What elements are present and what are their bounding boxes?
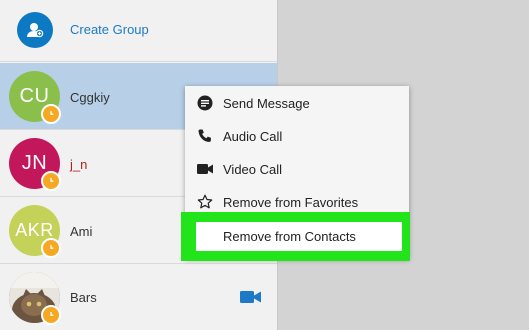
menu-item-send-message[interactable]: Send Message	[185, 88, 409, 118]
create-group-item[interactable]: Create Group	[0, 0, 277, 62]
video-camera-icon	[197, 161, 213, 177]
create-group-label: Create Group	[70, 22, 149, 37]
star-outline-icon	[197, 194, 213, 210]
contact-name: j_n	[70, 157, 88, 172]
menu-item-label: Send Message	[223, 95, 310, 111]
contact-name: Bars	[70, 290, 97, 305]
avatar-initials: JN	[21, 152, 48, 174]
menu-item-label: Remove from Contacts	[223, 229, 356, 244]
menu-item-audio-call[interactable]: Audio Call	[185, 121, 409, 151]
clock-icon	[41, 238, 61, 258]
video-call-icon[interactable]	[240, 290, 261, 309]
menu-item-label: Audio Call	[223, 128, 283, 144]
clock-icon	[41, 171, 61, 191]
contact-name: Cggkiy	[70, 90, 110, 105]
clock-icon	[41, 104, 61, 124]
contact-item-bars[interactable]: Bars	[0, 264, 277, 330]
menu-item-video-call[interactable]: Video Call	[185, 154, 409, 184]
clock-icon	[41, 305, 61, 325]
message-icon	[197, 95, 213, 111]
phone-icon	[197, 128, 213, 144]
menu-item-label: Remove from Favorites	[223, 194, 359, 210]
group-add-icon	[17, 12, 53, 48]
menu-item-label: Video Call	[223, 161, 283, 177]
contact-name: Ami	[70, 224, 93, 239]
